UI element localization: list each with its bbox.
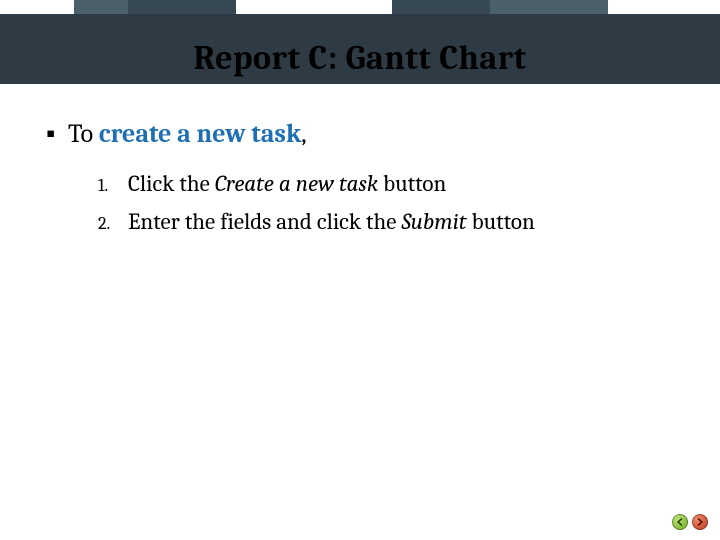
- intro-link: create a new task: [99, 119, 301, 149]
- step-em: Create a new task: [215, 170, 378, 197]
- title-bar: Report C: Gantt Chart: [0, 14, 720, 84]
- bullet-icon: ▪: [46, 116, 68, 152]
- step-em: Submit: [401, 208, 466, 235]
- step-number: 1.: [98, 172, 128, 200]
- step-text: Enter the fields and click the Submit bu…: [128, 204, 535, 240]
- arrow-left-icon: [676, 518, 684, 526]
- steps-list: 1. Click the Create a new task button 2.…: [98, 166, 680, 239]
- bullet-line: ▪To create a new task,: [46, 116, 680, 152]
- intro-suffix: ,: [301, 119, 306, 149]
- list-item: 1. Click the Create a new task button: [98, 166, 680, 202]
- step-number: 2.: [98, 210, 128, 238]
- header-accent: [128, 0, 236, 14]
- header-accent: [392, 0, 490, 14]
- list-item: 2. Enter the fields and click the Submit…: [98, 204, 680, 240]
- step-text: Click the Create a new task button: [128, 166, 446, 202]
- nav-back-button[interactable]: [672, 514, 688, 530]
- slide: Report C: Gantt Chart ▪To create a new t…: [0, 0, 720, 540]
- slide-title: Report C: Gantt Chart: [0, 38, 720, 78]
- nav-buttons: [672, 514, 708, 530]
- arrow-right-icon: [696, 518, 704, 526]
- content-area: ▪To create a new task, 1. Click the Crea…: [46, 116, 680, 242]
- nav-forward-button[interactable]: [692, 514, 708, 530]
- intro-prefix: To: [68, 119, 99, 149]
